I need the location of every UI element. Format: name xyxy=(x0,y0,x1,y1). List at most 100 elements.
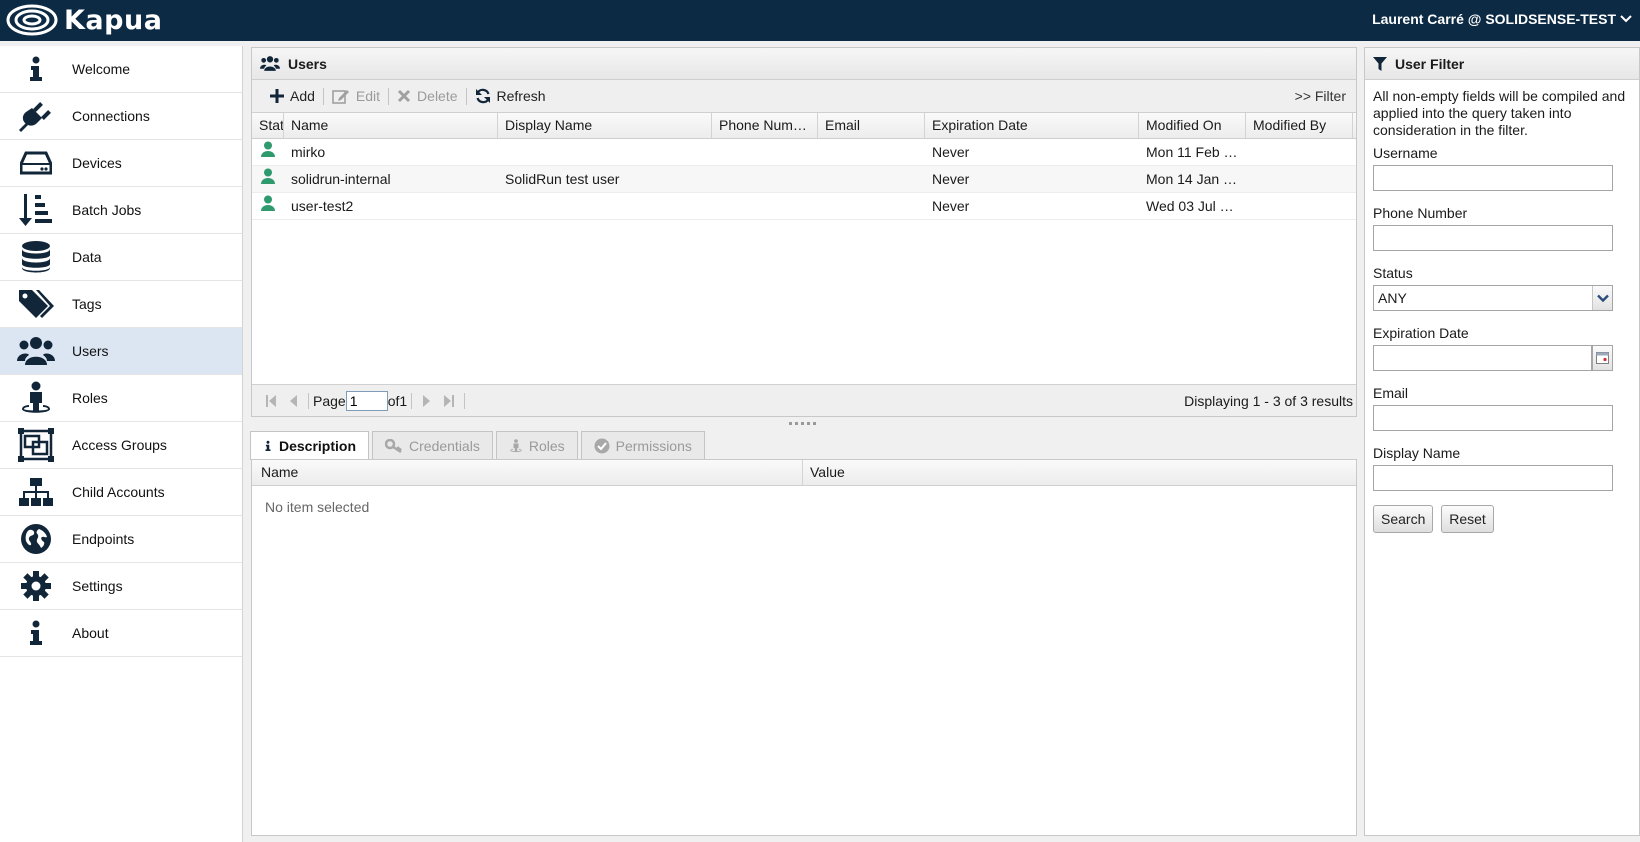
cell-email xyxy=(818,139,925,165)
kapua-logo[interactable]: Kapua xyxy=(4,2,162,38)
filter-hint: All non-empty fields will be compiled an… xyxy=(1373,88,1626,138)
sidebar-item-tags[interactable]: Tags xyxy=(0,281,242,328)
page-number-input[interactable] xyxy=(345,390,388,411)
tab-roles[interactable]: Roles xyxy=(495,431,578,459)
tab-description[interactable]: Description xyxy=(250,431,370,460)
street-view-icon xyxy=(510,438,522,452)
hdd-icon xyxy=(0,150,72,176)
next-page-button[interactable] xyxy=(416,394,438,408)
detail-tabs: Description Credentials Roles Permission… xyxy=(250,431,705,460)
column-header-email[interactable]: Email xyxy=(818,113,925,138)
edit-icon xyxy=(332,90,349,104)
chevron-down-icon xyxy=(1592,286,1612,310)
refresh-icon xyxy=(475,88,490,104)
status-label: Status xyxy=(1373,265,1413,281)
first-page-button[interactable] xyxy=(260,394,282,408)
user-filter-panel: User Filter All non-empty fields will be… xyxy=(1364,47,1640,836)
delete-button[interactable]: Delete xyxy=(389,88,465,104)
last-page-button[interactable] xyxy=(438,394,460,408)
cell-modified-on: Mon 14 Jan … xyxy=(1146,171,1238,187)
column-header-modified-by[interactable]: Modified By xyxy=(1246,113,1353,138)
column-header-status[interactable]: Stat xyxy=(252,113,284,138)
cell-display-name: SolidRun test user xyxy=(505,171,620,187)
status-select[interactable]: ANY xyxy=(1373,285,1613,311)
globe-icon xyxy=(0,523,72,555)
cell-email xyxy=(818,166,925,192)
column-header-modified-on[interactable]: Modified On xyxy=(1139,113,1246,138)
filter-icon xyxy=(1373,56,1387,71)
pager-divider xyxy=(308,392,309,409)
status-select-value: ANY xyxy=(1378,290,1407,306)
sidebar-item-batch-jobs[interactable]: Batch Jobs xyxy=(0,187,242,234)
sidebar: Welcome Connections Devices Batch Jobs D… xyxy=(0,46,243,842)
display-name-input[interactable] xyxy=(1373,465,1613,491)
drag-handle-icon xyxy=(789,422,816,425)
username-label: Username xyxy=(1373,145,1438,161)
column-header-phone[interactable]: Phone Num… xyxy=(712,113,818,138)
sidebar-item-label: Endpoints xyxy=(72,531,135,547)
sidebar-item-endpoints[interactable]: Endpoints xyxy=(0,516,242,563)
sidebar-item-data[interactable]: Data xyxy=(0,234,242,281)
sidebar-item-label: Data xyxy=(72,249,102,265)
user-status-icon xyxy=(261,168,275,184)
column-header-expiration[interactable]: Expiration Date xyxy=(925,113,1139,138)
table-row[interactable]: mirko Never Mon 11 Feb … xyxy=(252,139,1356,166)
column-header-name[interactable]: Name xyxy=(284,113,498,138)
users-icon xyxy=(0,335,72,367)
sidebar-item-access-groups[interactable]: Access Groups xyxy=(0,422,242,469)
cell-modified-on: Wed 03 Jul … xyxy=(1146,198,1234,214)
sitemap-icon xyxy=(0,477,72,507)
prev-page-button[interactable] xyxy=(282,394,304,408)
cell-expiration: Never xyxy=(932,144,970,160)
phone-number-input[interactable] xyxy=(1373,225,1613,251)
detail-grid-header: Name Value xyxy=(252,460,1356,486)
reset-button[interactable]: Reset xyxy=(1441,505,1494,533)
info-icon xyxy=(265,440,271,451)
panel-splitter[interactable] xyxy=(251,419,1357,429)
empty-state-text: No item selected xyxy=(265,499,370,515)
phone-number-label: Phone Number xyxy=(1373,205,1468,221)
username-input[interactable] xyxy=(1373,165,1613,191)
user-menu[interactable]: Laurent Carré @ SOLIDSENSE-TEST xyxy=(1372,11,1632,27)
cell-email xyxy=(818,193,925,219)
table-row[interactable]: solidrun-internal SolidRun test user Nev… xyxy=(252,166,1356,193)
edit-button[interactable]: Edit xyxy=(324,88,388,104)
database-icon xyxy=(0,241,72,273)
sidebar-item-settings[interactable]: Settings xyxy=(0,563,242,610)
sidebar-item-connections[interactable]: Connections xyxy=(0,93,242,140)
expiration-date-input[interactable] xyxy=(1373,345,1592,371)
sidebar-item-child-accounts[interactable]: Child Accounts xyxy=(0,469,242,516)
tab-label: Credentials xyxy=(409,437,480,454)
brand-name: Kapua xyxy=(64,4,163,36)
refresh-button[interactable]: Refresh xyxy=(467,88,554,104)
page-count-label: of1 xyxy=(387,392,408,409)
cell-name: solidrun-internal xyxy=(291,171,391,187)
add-label: Add xyxy=(290,88,315,104)
search-button[interactable]: Search xyxy=(1373,505,1434,533)
calendar-icon[interactable] xyxy=(1592,345,1613,371)
tab-credentials[interactable]: Credentials xyxy=(372,431,493,459)
add-button[interactable]: Add xyxy=(262,88,323,104)
sidebar-item-devices[interactable]: Devices xyxy=(0,140,242,187)
email-input[interactable] xyxy=(1373,405,1613,431)
sidebar-item-users[interactable]: Users xyxy=(0,328,242,375)
tab-permissions[interactable]: Permissions xyxy=(580,431,705,459)
sidebar-item-roles[interactable]: Roles xyxy=(0,375,242,422)
sidebar-item-label: Batch Jobs xyxy=(72,202,142,218)
column-header-display-name[interactable]: Display Name xyxy=(498,113,712,138)
detail-panel: Name Value No item selected xyxy=(251,459,1357,836)
cell-modified-by xyxy=(1246,166,1353,192)
expiration-date-field xyxy=(1373,345,1613,371)
column-header-value[interactable]: Value xyxy=(803,460,1356,485)
column-header-name[interactable]: Name xyxy=(252,460,803,485)
tab-label: Description xyxy=(279,438,357,454)
sidebar-item-label: Users xyxy=(72,343,109,359)
sidebar-item-label: Roles xyxy=(72,390,108,406)
filter-toggle-link[interactable]: >> Filter xyxy=(1295,88,1356,104)
table-row[interactable]: user-test2 Never Wed 03 Jul … xyxy=(252,193,1356,220)
next-page-icon xyxy=(423,394,431,407)
sidebar-item-about[interactable]: About xyxy=(0,610,242,657)
sidebar-item-welcome[interactable]: Welcome xyxy=(0,46,242,93)
top-header: Kapua Laurent Carré @ SOLIDSENSE-TEST xyxy=(0,0,1640,41)
prev-page-icon xyxy=(290,394,297,407)
